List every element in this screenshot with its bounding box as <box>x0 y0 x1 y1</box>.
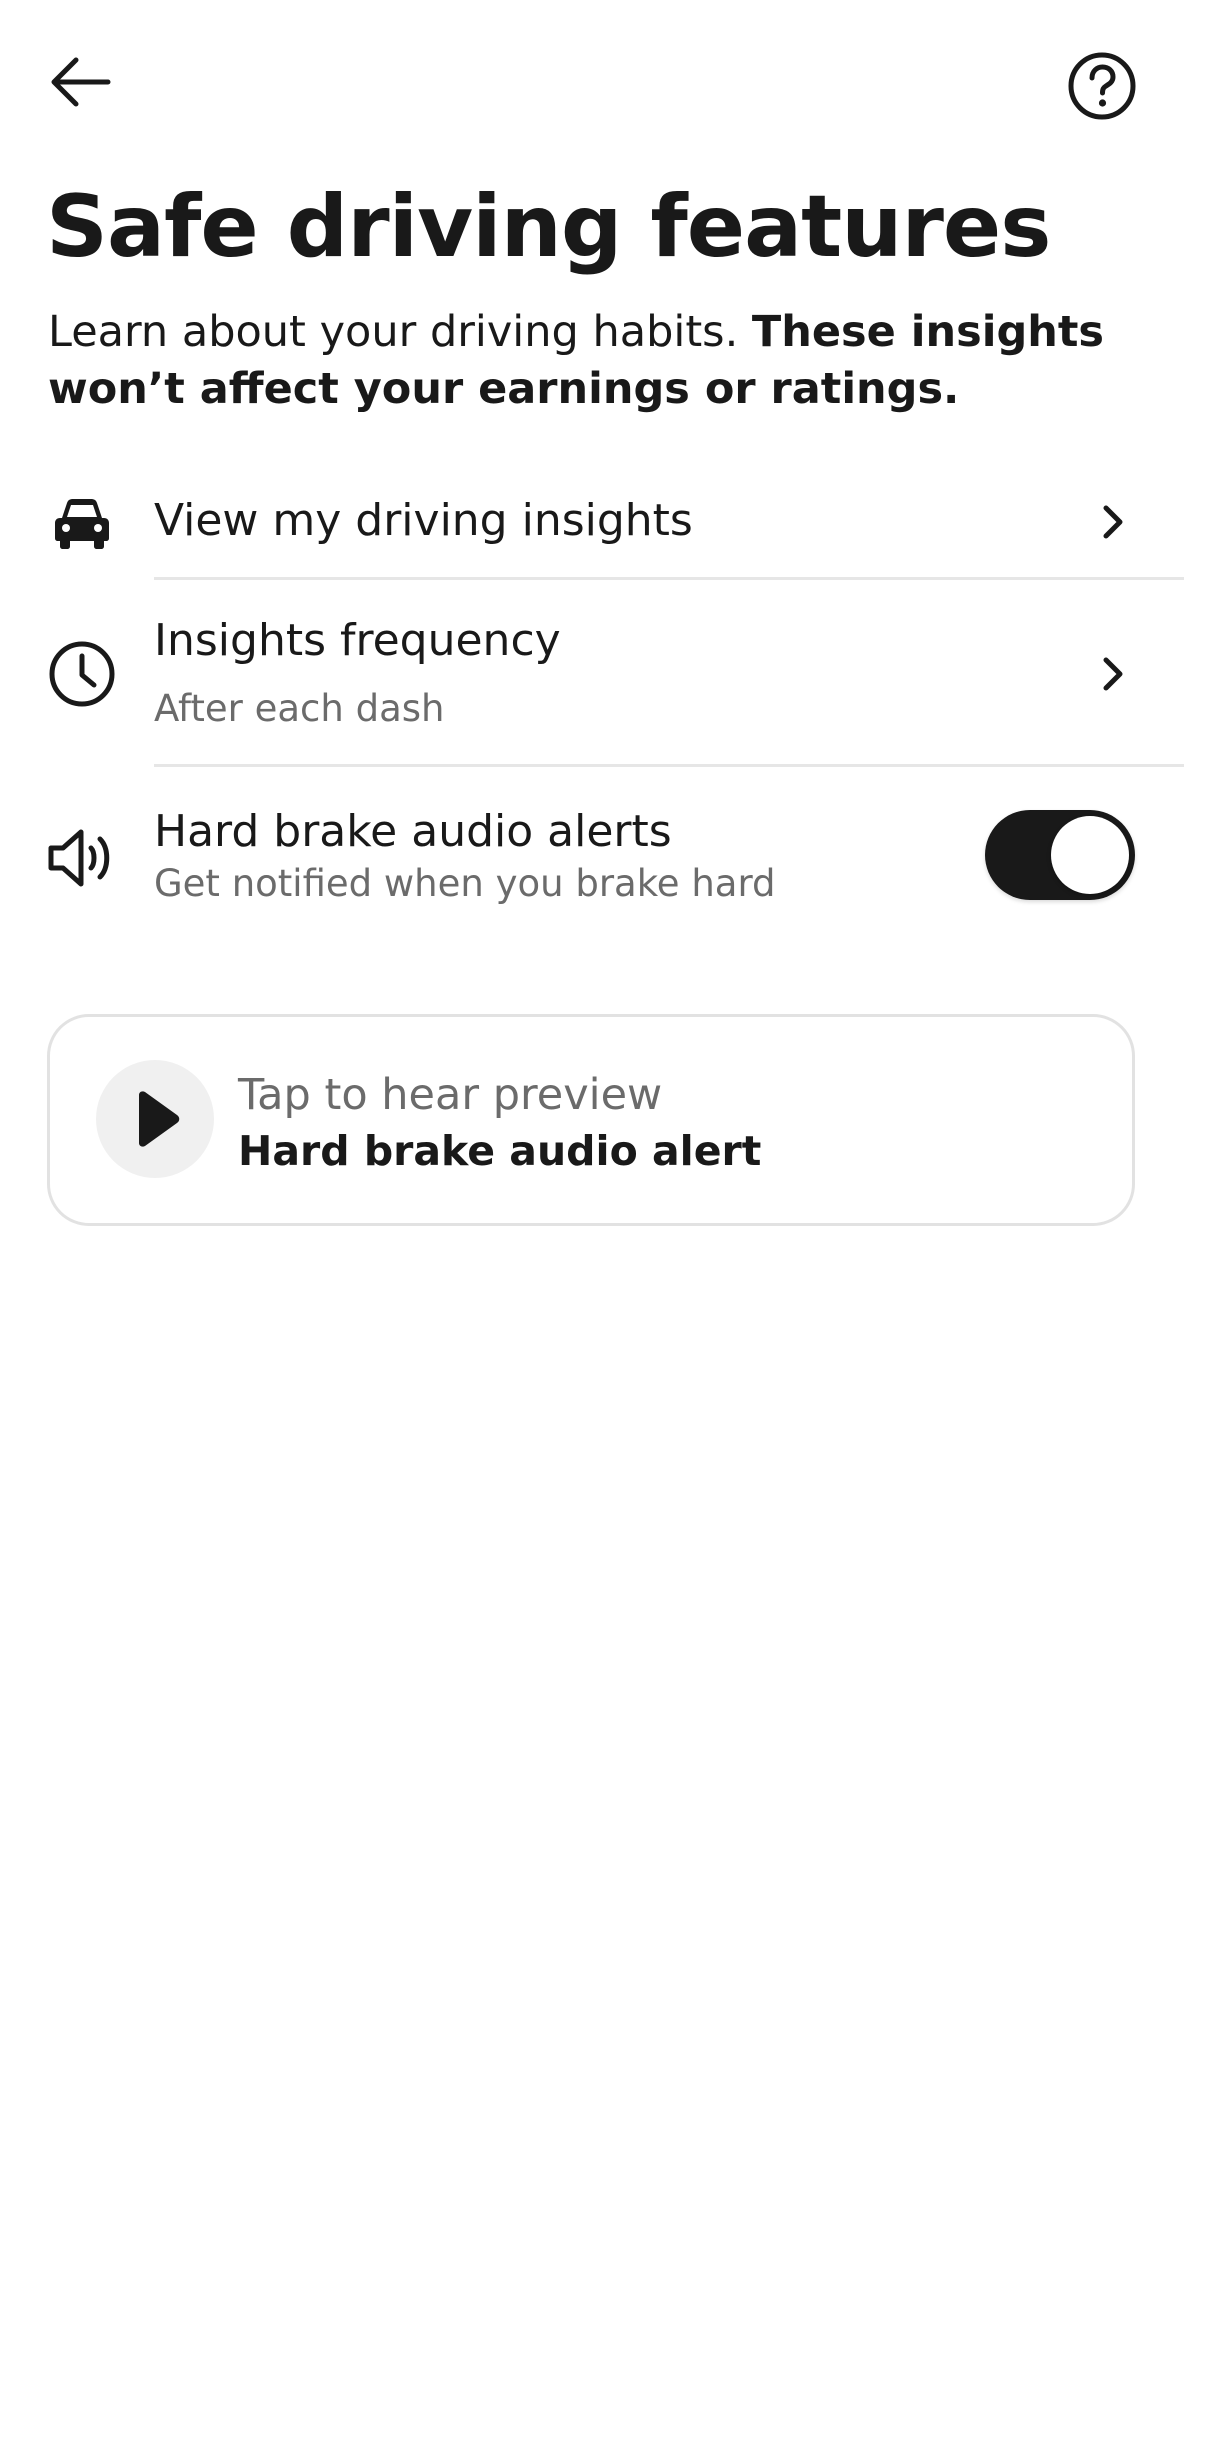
hard-brake-alerts-toggle[interactable] <box>985 810 1135 900</box>
play-icon <box>139 1091 180 1147</box>
question-circle-icon <box>1068 52 1136 120</box>
row-title: Hard brake audio alerts <box>154 806 672 857</box>
row-subtitle: Get notified when you brake hard <box>154 862 776 905</box>
row-subtitle: After each dash <box>154 687 445 730</box>
page-title: Safe driving features <box>46 177 1051 277</box>
car-icon <box>46 486 118 558</box>
clock-icon <box>46 638 118 710</box>
arrow-left-icon <box>51 57 111 107</box>
preview-hint: Tap to hear preview <box>238 1070 663 1120</box>
page-subtitle: Learn about your driving habits. These i… <box>48 304 1148 418</box>
divider <box>154 764 1184 767</box>
row-insights-frequency[interactable]: Insights frequency After each dash <box>0 600 1206 765</box>
chevron-right-icon <box>1088 498 1136 546</box>
subtitle-regular: Learn about your driving habits. <box>48 307 752 357</box>
back-button[interactable] <box>44 46 116 118</box>
speaker-icon <box>46 822 118 894</box>
row-view-driving-insights[interactable]: View my driving insights <box>0 468 1206 578</box>
row-title: View my driving insights <box>154 495 693 546</box>
help-button[interactable] <box>1062 46 1142 126</box>
top-bar <box>0 0 1206 170</box>
toggle-knob <box>1051 816 1129 894</box>
chevron-right-icon <box>1088 650 1136 698</box>
audio-preview-card[interactable]: Tap to hear preview Hard brake audio ale… <box>47 1014 1135 1226</box>
divider <box>154 577 1184 580</box>
play-button[interactable] <box>96 1060 214 1178</box>
preview-title: Hard brake audio alert <box>238 1127 762 1175</box>
row-title: Insights frequency <box>154 615 561 666</box>
